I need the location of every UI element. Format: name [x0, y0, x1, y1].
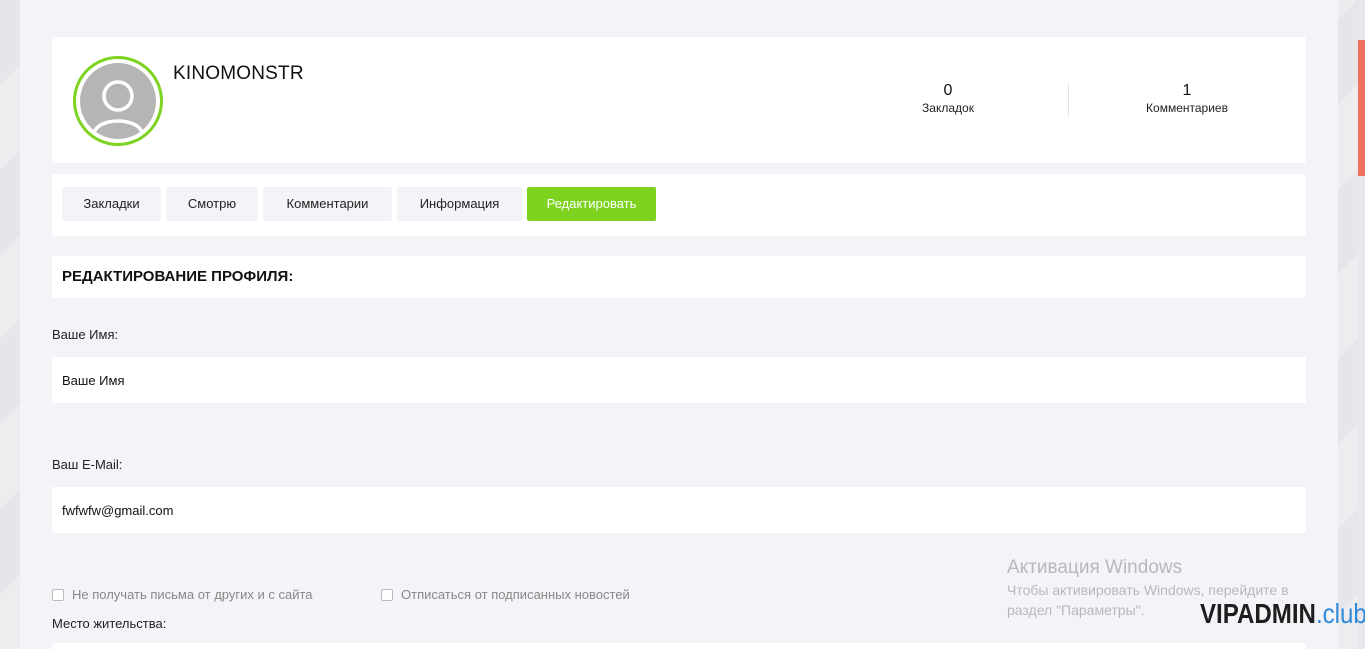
- windows-activation-line1: Чтобы активировать Windows, перейдите в: [1007, 582, 1289, 598]
- stat-comments-label: Комментариев: [1146, 101, 1228, 115]
- email-input[interactable]: [52, 487, 1306, 533]
- tab-watching[interactable]: Смотрю: [166, 187, 258, 221]
- stat-bookmarks[interactable]: 0 Закладок: [848, 82, 1048, 117]
- stat-comments-value: 1: [1182, 82, 1192, 99]
- watermark-main: VIPADMIN: [1200, 598, 1316, 629]
- stat-comments[interactable]: 1 Комментариев: [1087, 82, 1287, 117]
- username: KINOMONSTR: [173, 63, 304, 84]
- checkbox-no-mail[interactable]: Не получать письма от других и с сайта: [52, 587, 313, 602]
- scrollbar-thumb[interactable]: [1358, 40, 1365, 176]
- stat-bookmarks-value: 0: [943, 82, 953, 99]
- watermark-tld: .club: [1315, 598, 1365, 629]
- tab-edit[interactable]: Редактировать: [527, 187, 656, 221]
- checkbox-unsubscribe-label: Отписаться от подписанных новостей: [401, 587, 630, 602]
- checkbox-unsubscribe-box[interactable]: [381, 588, 393, 601]
- section-title: РЕДАКТИРОВАНИЕ ПРОФИЛЯ:: [62, 268, 294, 285]
- profile-card: KINOMONSTR 0 Закладок 1 Комментариев: [52, 37, 1306, 163]
- checkbox-no-mail-box[interactable]: [52, 588, 64, 601]
- name-input[interactable]: [52, 357, 1306, 403]
- checkbox-unsubscribe[interactable]: Отписаться от подписанных новостей: [381, 587, 630, 602]
- location-label: Место жительства:: [52, 616, 167, 631]
- tab-information[interactable]: Информация: [397, 187, 522, 221]
- stat-bookmarks-label: Закладок: [922, 101, 974, 115]
- stat-divider: [1068, 83, 1069, 117]
- avatar: [73, 56, 163, 146]
- user-icon: [80, 63, 156, 139]
- tab-comments[interactable]: Комментарии: [263, 187, 392, 221]
- watermark-logo: VIPADMIN.club: [1200, 598, 1365, 630]
- email-label: Ваш E-Mail:: [52, 457, 123, 472]
- profile-tabs: Закладки Смотрю Комментарии Информация Р…: [52, 174, 1306, 236]
- scrollbar[interactable]: [1358, 0, 1365, 649]
- location-input[interactable]: [52, 643, 1306, 649]
- windows-activation-title: Активация Windows: [1007, 557, 1183, 578]
- page-container: KINOMONSTR 0 Закладок 1 Комментариев Зак…: [20, 0, 1338, 649]
- checkbox-no-mail-label: Не получать письма от других и с сайта: [72, 587, 313, 602]
- section-header: РЕДАКТИРОВАНИЕ ПРОФИЛЯ:: [52, 256, 1306, 298]
- name-label: Ваше Имя:: [52, 327, 119, 342]
- tab-bookmarks[interactable]: Закладки: [62, 187, 161, 221]
